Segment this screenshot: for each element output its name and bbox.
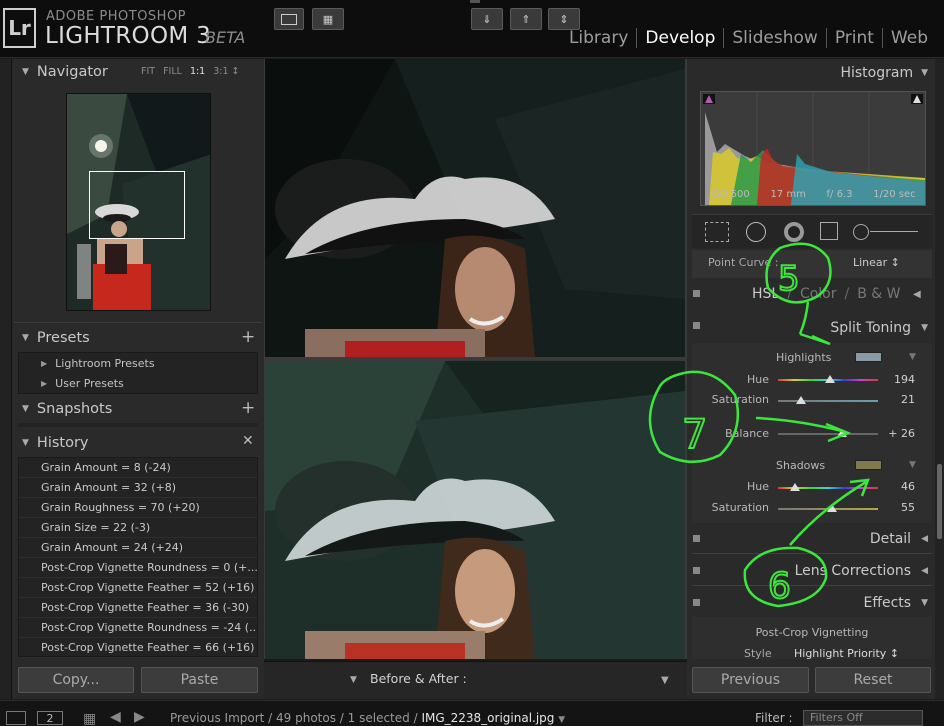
annotation-label-5: 5 [778,259,800,299]
annotation-label-7: 7 [682,412,707,458]
annotation-label-6: 6 [768,566,791,607]
annotation-circle-6 [743,478,870,608]
annotation-overlay: 5 7 6 [648,242,870,608]
annotation-circle-7 [648,370,852,464]
